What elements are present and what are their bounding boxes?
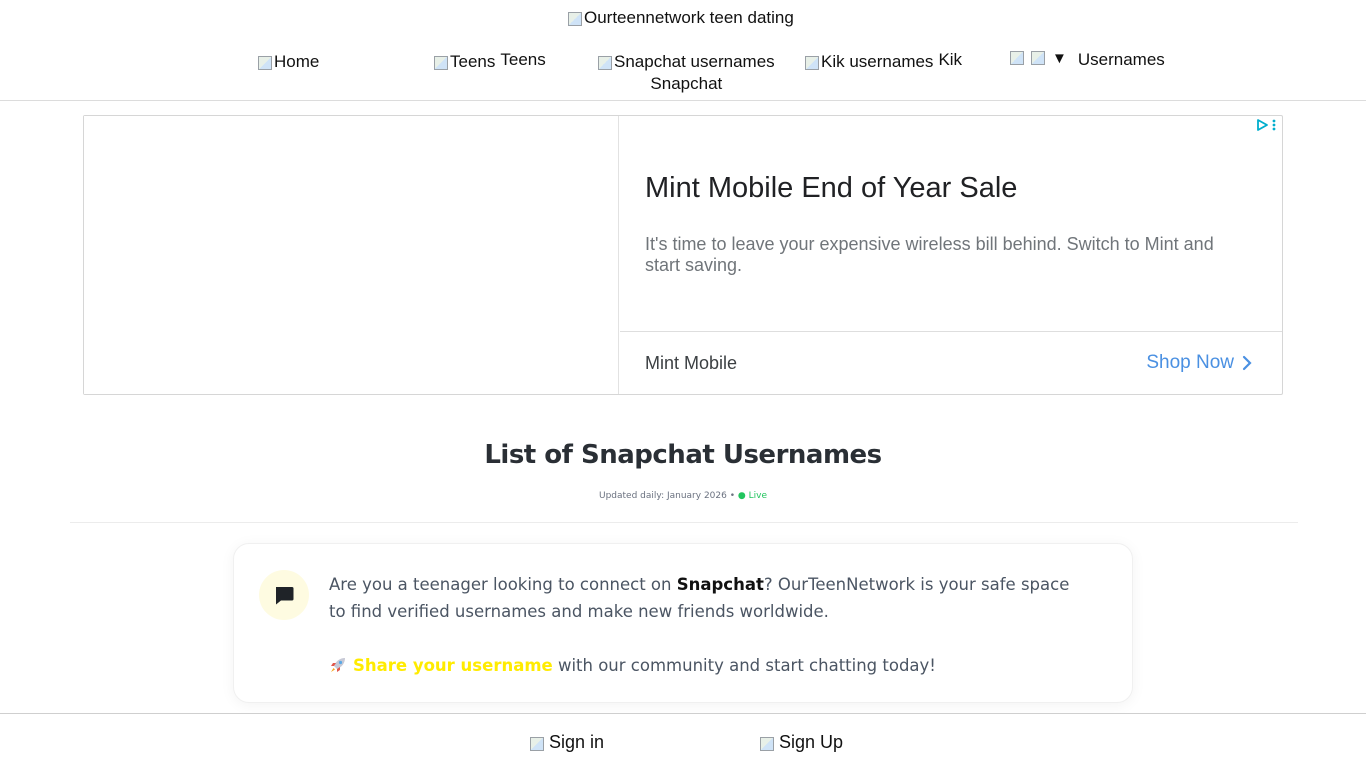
shop-now-label: Shop Now xyxy=(1146,352,1234,373)
nav-snapchat[interactable]: Snapchat usernames Snapchat xyxy=(598,52,775,94)
logo-alt-text: Ourteennetwork teen dating xyxy=(584,8,794,27)
nav-kik-label: Kik xyxy=(938,50,963,69)
nav-teens-alt: Teens xyxy=(450,52,496,71)
nav-kik[interactable]: Kik usernames Kik xyxy=(805,50,963,71)
nav-usernames-label: Usernames xyxy=(1077,50,1165,69)
snapchat-image-icon xyxy=(598,56,612,70)
nav-home[interactable]: Home xyxy=(258,52,319,72)
page-title: List of Snapchat Usernames xyxy=(484,440,882,470)
intro-text: Are you a teenager looking to connect on… xyxy=(329,571,1089,625)
nav-teens[interactable]: Teens Teens xyxy=(434,50,546,71)
nav-teens-label: Teens xyxy=(500,50,546,69)
updated-info: Updated daily: January 2026 • ● Live xyxy=(0,491,1366,501)
nav-snapchat-alt: Snapchat usernames xyxy=(614,52,775,71)
ad-choices[interactable] xyxy=(1256,119,1276,131)
rocket-icon xyxy=(331,658,345,672)
live-badge: ● Live xyxy=(737,491,767,501)
ad-description: It's time to leave your expensive wirele… xyxy=(645,234,1214,275)
intro-text-bold: Snapchat xyxy=(676,575,764,594)
section-divider xyxy=(70,522,1298,523)
kik-image-icon xyxy=(805,56,819,70)
share-rest-text: with our community and start chatting to… xyxy=(552,656,936,675)
broken-image-icon xyxy=(568,12,582,26)
nav-usernames-dropdown[interactable]: ▼ Usernames xyxy=(1010,50,1165,70)
ad-choices-icon[interactable] xyxy=(1256,119,1268,131)
bottom-auth-bar: Sign in Sign Up xyxy=(0,713,1366,768)
teens-image-icon xyxy=(434,56,448,70)
sign-in-icon xyxy=(530,736,544,751)
ad-footer: Mint Mobile Shop Now xyxy=(620,333,1282,394)
share-line: Share your username with our community a… xyxy=(329,652,936,679)
flag-image-icon xyxy=(1031,51,1045,65)
ad-body[interactable]: Mint Mobile End of Year Sale It's time t… xyxy=(620,116,1282,332)
sign-up-icon xyxy=(760,736,774,751)
sign-in-button[interactable]: Sign in xyxy=(530,732,604,753)
sign-in-label: Sign in xyxy=(549,732,605,752)
nav-kik-alt: Kik usernames xyxy=(821,52,934,71)
more-options-icon[interactable] xyxy=(1272,119,1276,131)
ad-advertiser: Mint Mobile xyxy=(645,353,738,373)
chat-badge xyxy=(259,570,309,620)
shop-now-button[interactable]: Shop Now xyxy=(1146,352,1252,374)
nav-snapchat-label: Snapchat xyxy=(650,74,723,93)
site-header: Ourteennetwork teen dating Home Teens Te… xyxy=(0,0,1366,101)
updated-date: Updated daily: January 2026 • xyxy=(599,491,736,501)
chevron-right-icon xyxy=(1242,355,1252,371)
ad-image[interactable] xyxy=(84,116,619,394)
intro-card: Are you a teenager looking to connect on… xyxy=(233,543,1133,703)
ad-banner[interactable]: Mint Mobile End of Year Sale It's time t… xyxy=(83,115,1283,395)
site-logo[interactable]: Ourteennetwork teen dating xyxy=(568,8,794,28)
nav-home-alt: Home xyxy=(274,52,320,71)
ad-title[interactable]: Mint Mobile End of Year Sale xyxy=(645,172,1017,205)
dropdown-arrow-icon: ▼ xyxy=(1052,50,1067,67)
intro-text-before: Are you a teenager looking to connect on xyxy=(329,575,677,594)
sign-up-label: Sign Up xyxy=(779,732,844,752)
share-username-link[interactable]: Share your username xyxy=(353,656,553,675)
flag-image-icon xyxy=(1010,51,1024,65)
chat-bubble-icon xyxy=(276,587,294,605)
sign-up-button[interactable]: Sign Up xyxy=(760,732,843,753)
home-image-icon xyxy=(258,56,272,70)
